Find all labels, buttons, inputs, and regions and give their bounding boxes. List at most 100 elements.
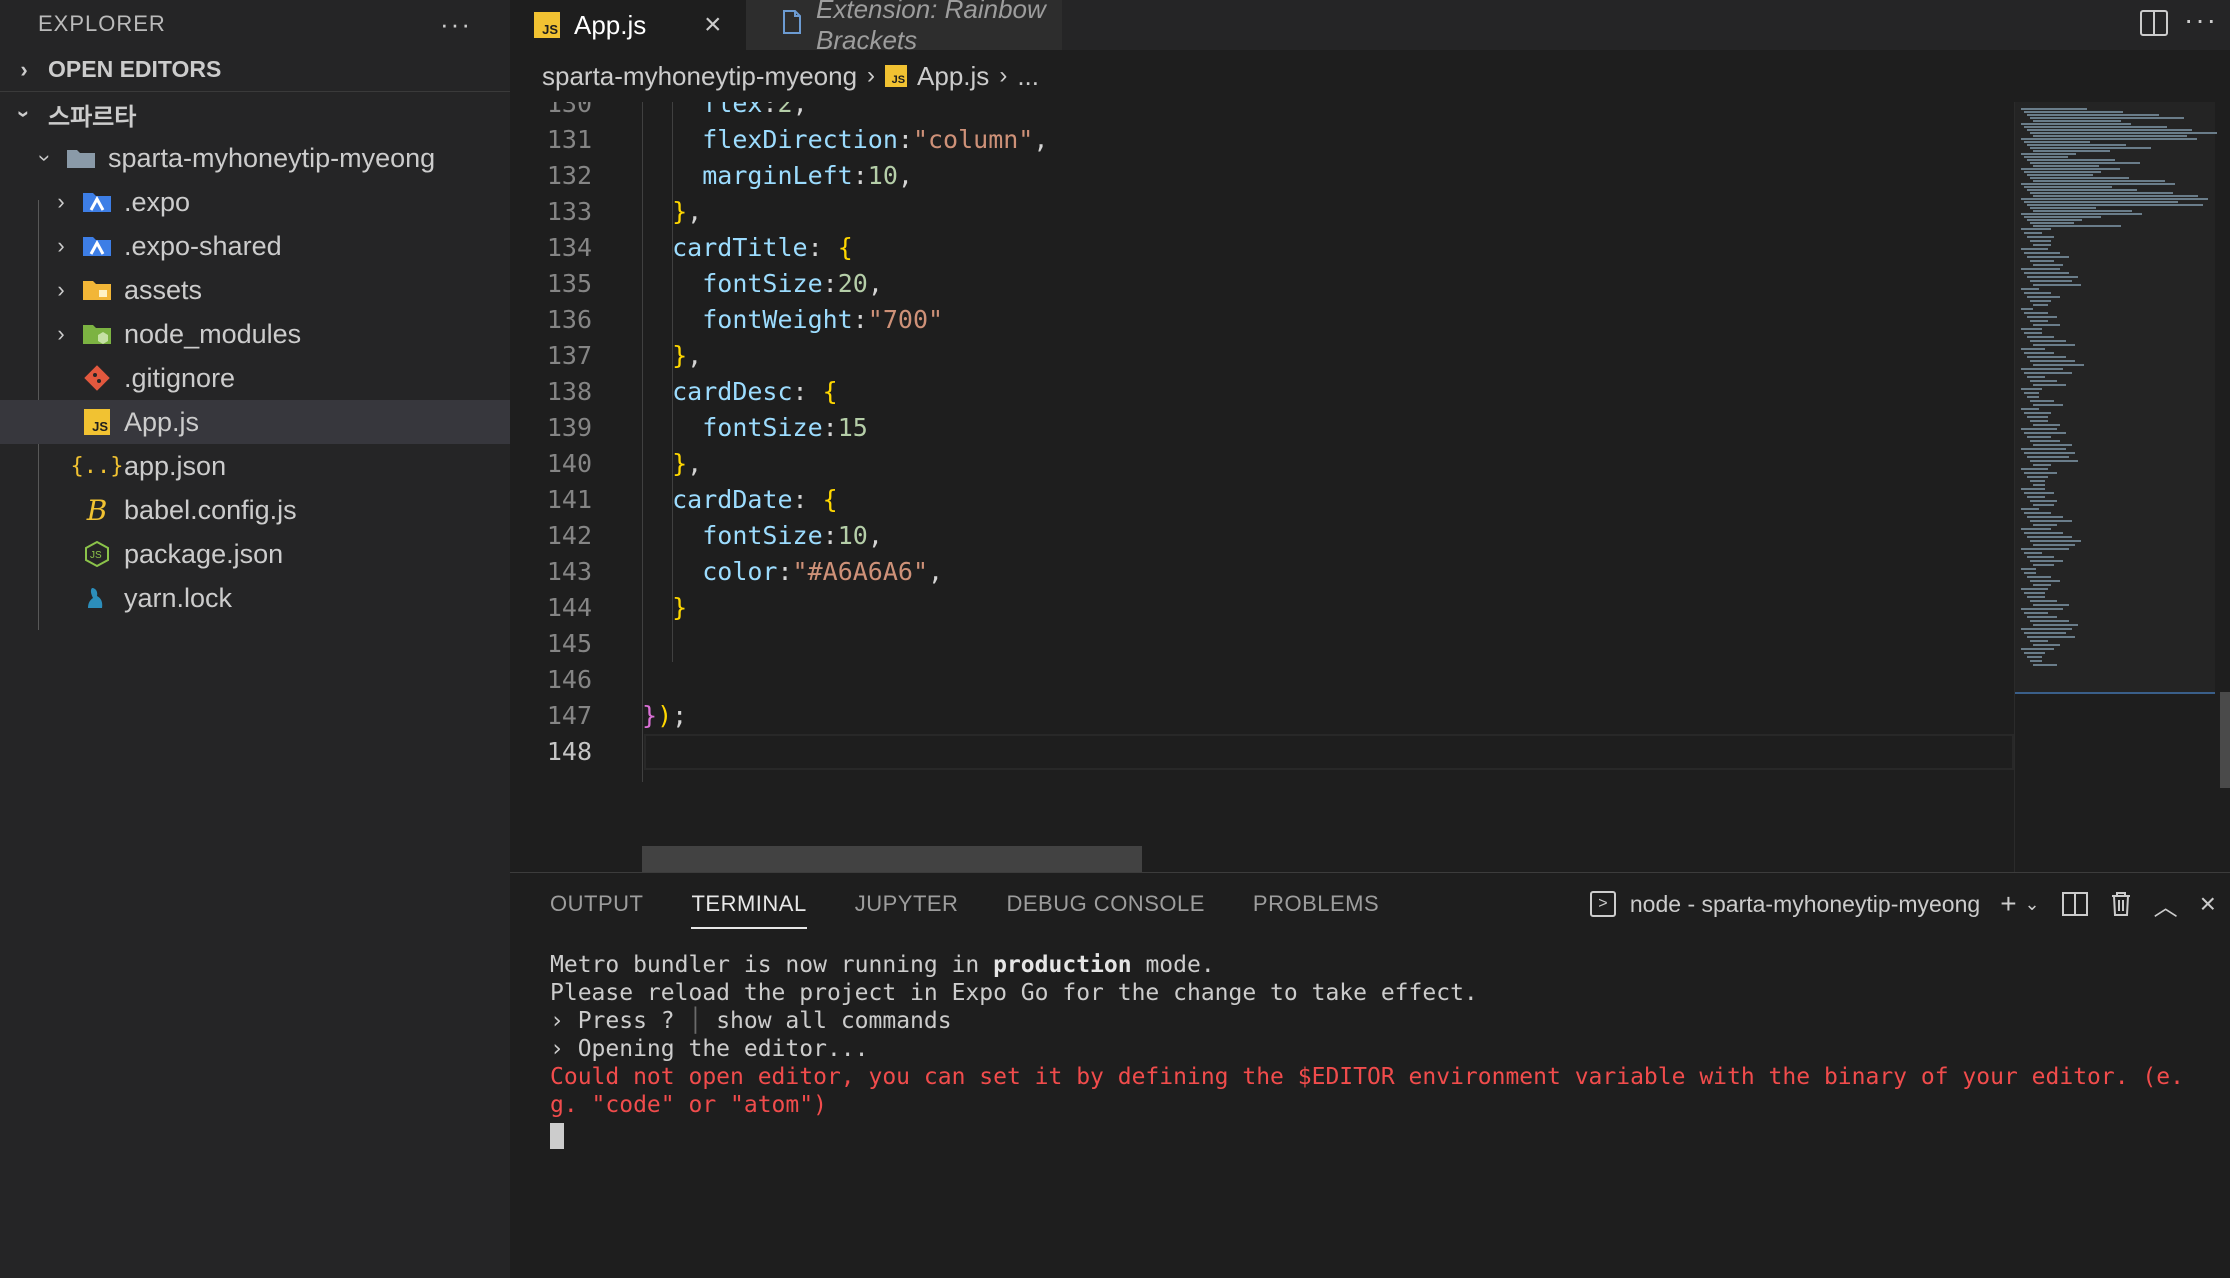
- tree-item-yarn-lock[interactable]: › yarn.lock: [0, 576, 510, 620]
- tree-item-expo-shared[interactable]: › .expo-shared: [0, 224, 510, 268]
- code-editor[interactable]: 130 flex:2, 131 flexDirection:"column", 13…: [510, 102, 2014, 872]
- terminal-line: Metro bundler is now running in producti…: [550, 952, 1215, 978]
- breadcrumb-symbol[interactable]: ...: [1017, 61, 1039, 92]
- line-number: 141: [546, 485, 592, 514]
- minimap-line: [2021, 408, 2039, 410]
- tab-problems[interactable]: PROBLEMS: [1253, 873, 1379, 935]
- tree-item-app-json[interactable]: › {..} app.json: [0, 444, 510, 488]
- minimap-line: [2021, 153, 2076, 155]
- minimap-line: [2033, 180, 2165, 182]
- file-icon: [782, 9, 802, 42]
- code-line: 130 flex:2,: [510, 102, 2014, 122]
- minimap-line: [2027, 576, 2051, 578]
- minimap-line: [2030, 640, 2048, 642]
- minimap-line: [2024, 612, 2048, 614]
- minimap-line: [2021, 213, 2142, 215]
- tree-item-label: babel.config.js: [124, 494, 297, 525]
- close-icon[interactable]: ×: [704, 8, 722, 42]
- line-number: 145: [546, 629, 592, 658]
- tree-item-app-js[interactable]: › JS App.js: [0, 400, 510, 444]
- expo-folder-icon: [82, 187, 112, 217]
- tab-app-js[interactable]: JS App.js ×: [510, 0, 746, 50]
- minimap-line: [2030, 480, 2045, 482]
- line-number: 148: [546, 737, 592, 766]
- minimap-line: [2027, 159, 2115, 161]
- minimap-line: [2033, 604, 2069, 606]
- more-actions-icon[interactable]: ···: [2184, 4, 2218, 36]
- workspace-root[interactable]: › 스파르타: [0, 92, 510, 136]
- minimap-line: [2021, 648, 2054, 650]
- minimap-line: [2030, 420, 2048, 422]
- minimap-line: [2033, 404, 2063, 406]
- new-terminal-button[interactable]: + ⌄: [2000, 888, 2039, 920]
- minimap-line: [2021, 428, 2057, 430]
- project-folder-label: sparta-myhoneytip-myeong: [108, 142, 436, 173]
- minimap-line: [2027, 114, 2159, 116]
- tree-item-assets[interactable]: › assets: [0, 268, 510, 312]
- tree-item-expo[interactable]: › .expo: [0, 180, 510, 224]
- terminal-output[interactable]: Metro bundler is now running in producti…: [550, 951, 2210, 1149]
- minimap-line: [2024, 492, 2054, 494]
- minimap-line: [2024, 141, 2090, 143]
- minimap-line: [2030, 560, 2063, 562]
- split-terminal-icon[interactable]: [2061, 892, 2088, 916]
- chevron-down-icon[interactable]: ⌄: [2025, 894, 2040, 915]
- code-line: 131 flexDirection:"column",: [510, 122, 2014, 158]
- minimap-line: [2030, 177, 2129, 179]
- tree-item-label: .expo-shared: [124, 230, 282, 261]
- code-line: 141 cardDate: {: [510, 482, 2014, 518]
- maximize-panel-icon[interactable]: ︿: [2154, 887, 2178, 922]
- minimap-line: [2021, 268, 2060, 270]
- minimap-line: [2027, 376, 2045, 378]
- tab-output[interactable]: OUTPUT: [550, 873, 643, 935]
- terminal-line: Please reload the project in Expo Go for…: [550, 980, 1478, 1006]
- split-editor-icon[interactable]: [2140, 10, 2168, 36]
- minimap-line: [2033, 284, 2081, 286]
- minimap-line: [2033, 304, 2048, 306]
- vertical-scrollbar[interactable]: [2220, 692, 2230, 788]
- tab-jupyter[interactable]: JUPYTER: [855, 873, 959, 935]
- code-text: fontSize:10,: [702, 521, 883, 550]
- minimap-line: [2030, 400, 2054, 402]
- tree-item-babel-config[interactable]: › B babel.config.js: [0, 488, 510, 532]
- code-line: 146: [510, 662, 2014, 698]
- minimap-line: [2024, 392, 2039, 394]
- tab-debug-console[interactable]: DEBUG CONSOLE: [1006, 873, 1204, 935]
- breadcrumb-file[interactable]: App.js: [917, 61, 989, 92]
- tab-extension-rainbow-brackets[interactable]: Extension: Rainbow Brackets: [746, 0, 1728, 55]
- minimap-line: [2027, 396, 2039, 398]
- line-number: 137: [546, 341, 592, 370]
- terminal-selector[interactable]: node - sparta-myhoneytip-myeong: [1630, 891, 1980, 918]
- tree-item-package-json[interactable]: › JS package.json: [0, 532, 510, 576]
- tree-item-label: .expo: [124, 186, 191, 217]
- minimap-line: [2033, 544, 2075, 546]
- code-line: 148: [510, 734, 2014, 770]
- open-editors-section[interactable]: › OPEN EDITORS: [0, 48, 510, 92]
- minimap-line: [2024, 372, 2072, 374]
- tree-item-node-modules[interactable]: › node_modules: [0, 312, 510, 356]
- code-text: flex:2,: [702, 102, 808, 118]
- tab-terminal[interactable]: TERMINAL: [691, 873, 807, 935]
- minimap-line: [2027, 416, 2048, 418]
- minimap-line: [2030, 380, 2057, 382]
- minimap-line: [2024, 232, 2042, 234]
- minimap-line: [2024, 111, 2123, 113]
- project-folder[interactable]: › sparta-myhoneytip-myeong: [0, 136, 510, 180]
- close-panel-icon[interactable]: ×: [2200, 888, 2216, 920]
- code-text: }: [672, 593, 688, 622]
- horizontal-scrollbar[interactable]: [642, 846, 1142, 872]
- minimap[interactable]: [2014, 102, 2230, 872]
- code-line: 137 },: [510, 338, 2014, 374]
- minimap-line: [2033, 195, 2198, 197]
- tree-item-gitignore[interactable]: › .gitignore: [0, 356, 510, 400]
- terminal-cursor: [550, 1123, 564, 1149]
- breadcrumb-folder[interactable]: sparta-myhoneytip-myeong: [542, 61, 857, 92]
- tree-item-label: assets: [124, 274, 203, 305]
- minimap-line: [2021, 183, 2175, 185]
- explorer-more-icon[interactable]: ···: [440, 9, 472, 40]
- minimap-line: [2030, 240, 2051, 242]
- chevron-right-icon: ›: [57, 233, 65, 258]
- trash-icon[interactable]: [2110, 891, 2132, 917]
- minimap-line: [2021, 528, 2051, 530]
- minimap-line: [2021, 138, 2197, 140]
